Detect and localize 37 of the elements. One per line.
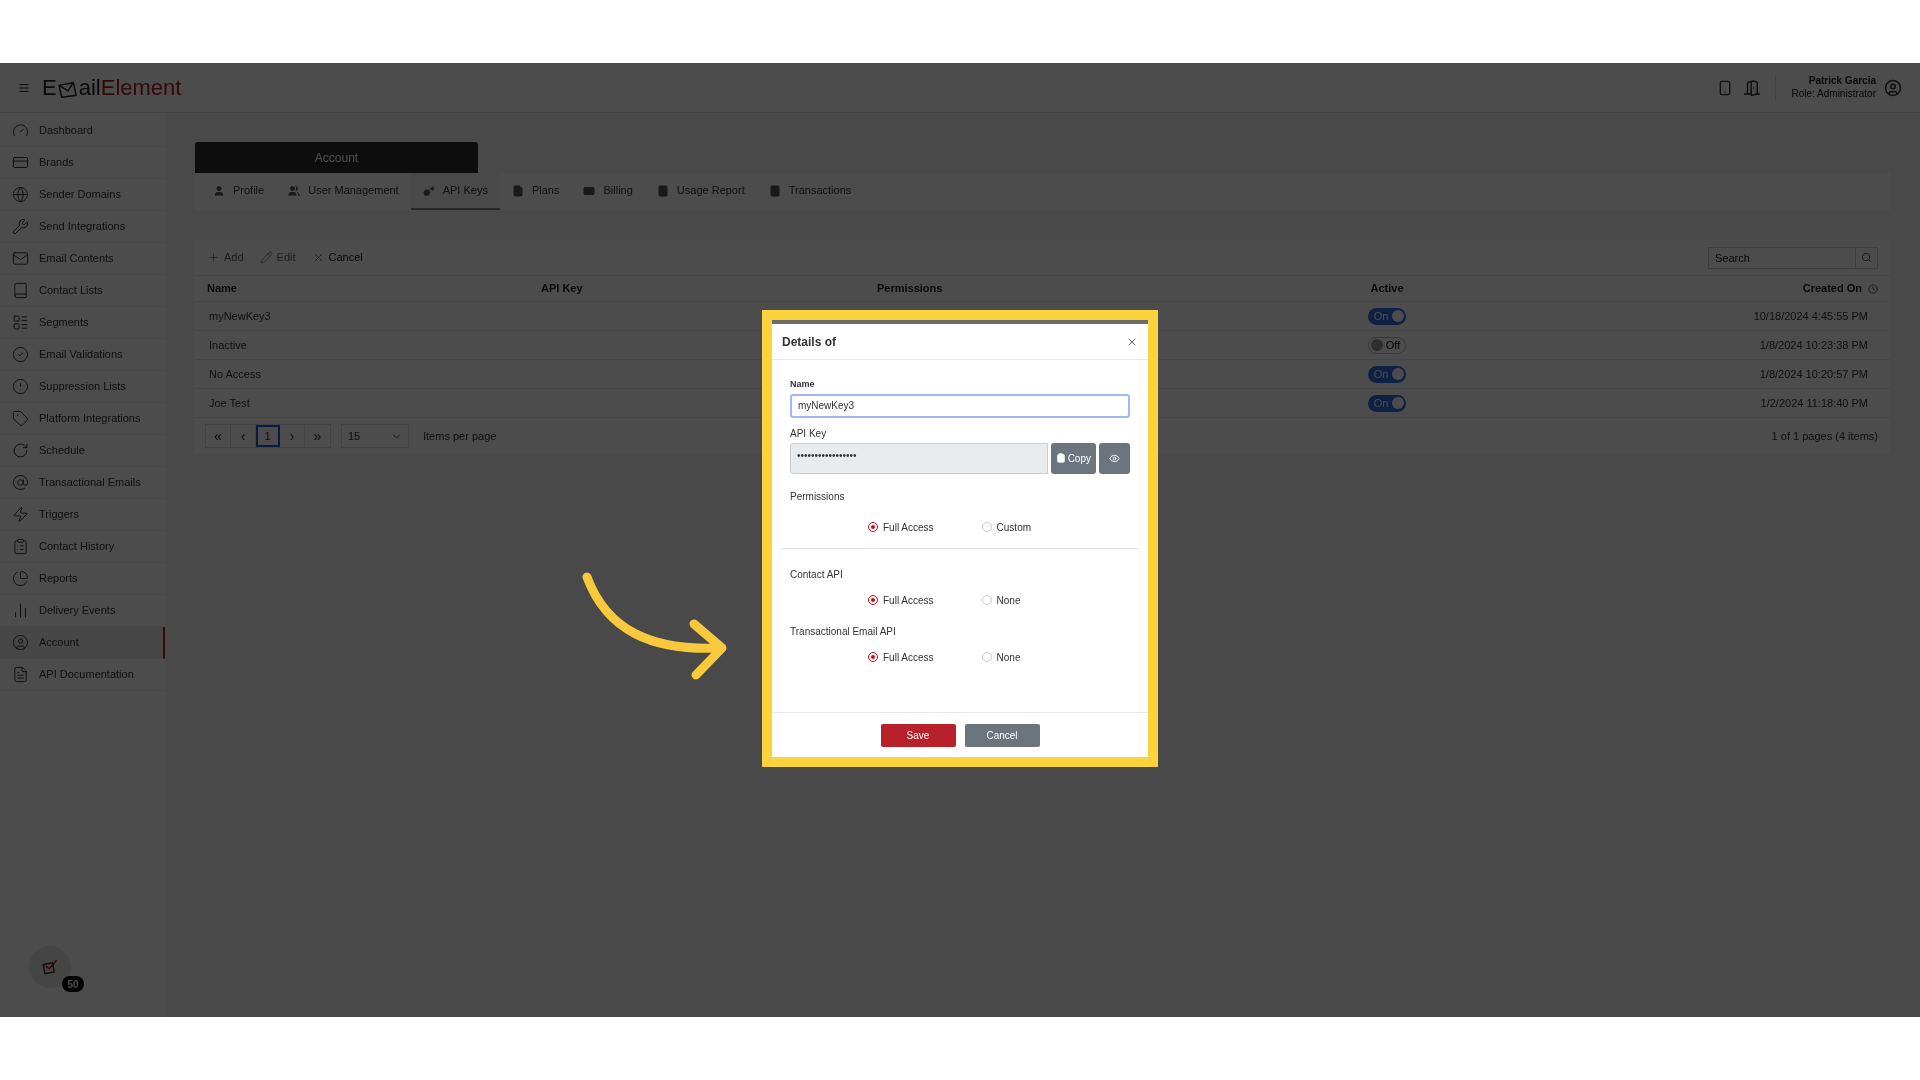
table-cell-text: 1/2/2024 11:18:40 PM [1759,395,1869,411]
table-cell-text: No Access [208,366,262,382]
user-name: Patrick Garcia [1808,75,1876,88]
user-role: Role: Administrator [1791,87,1876,100]
column-header: Active [1369,281,1405,297]
table-cell-text: myNewKey3 [208,308,272,324]
group-label: Contact API [790,567,844,582]
clipboard-icon [1055,453,1066,463]
group-label: Permissions [790,489,846,504]
column-header: Created On [1802,281,1862,297]
field-label: Name [790,378,816,391]
radio-option[interactable]: Full Access [868,649,934,665]
radio-option[interactable]: Custom [981,519,1032,535]
group-label: Transactional Email API [790,624,897,639]
dialog-title: Details of [782,333,836,351]
name-input[interactable]: myNewKey3 [790,393,1130,418]
pager-summary: 1 of 1 pages (4 items) [1771,428,1879,444]
radio-option[interactable]: Full Access [868,519,934,535]
field-label: API Key [790,426,828,441]
column-header: Name [207,281,238,297]
radio-option[interactable]: None [981,592,1021,608]
table-cell-text: Joe Test [208,395,251,411]
save-button[interactable]: Save [880,723,956,747]
table-cell-text: Inactive [208,337,248,353]
table-cell-text: 10/18/2024 4:45:55 PM [1752,308,1869,324]
page-size-label: Items per page [423,428,497,444]
column-header: Permissions [877,281,944,297]
radio-option[interactable]: None [981,649,1021,665]
api-key-input[interactable]: ••••••••••••••••• [790,442,1048,474]
column-header: API Key [541,281,584,297]
radio-option[interactable]: Full Access [868,592,934,608]
table-cell-text: 1/8/2024 10:20:57 PM [1758,366,1869,382]
table-cell-text: 1/8/2024 10:23:38 PM [1758,337,1869,353]
show-key-button[interactable] [1099,442,1130,474]
cancel-button[interactable]: Cancel [964,723,1040,747]
copy-button[interactable]: Copy [1050,442,1096,474]
eye-icon [1109,452,1120,464]
